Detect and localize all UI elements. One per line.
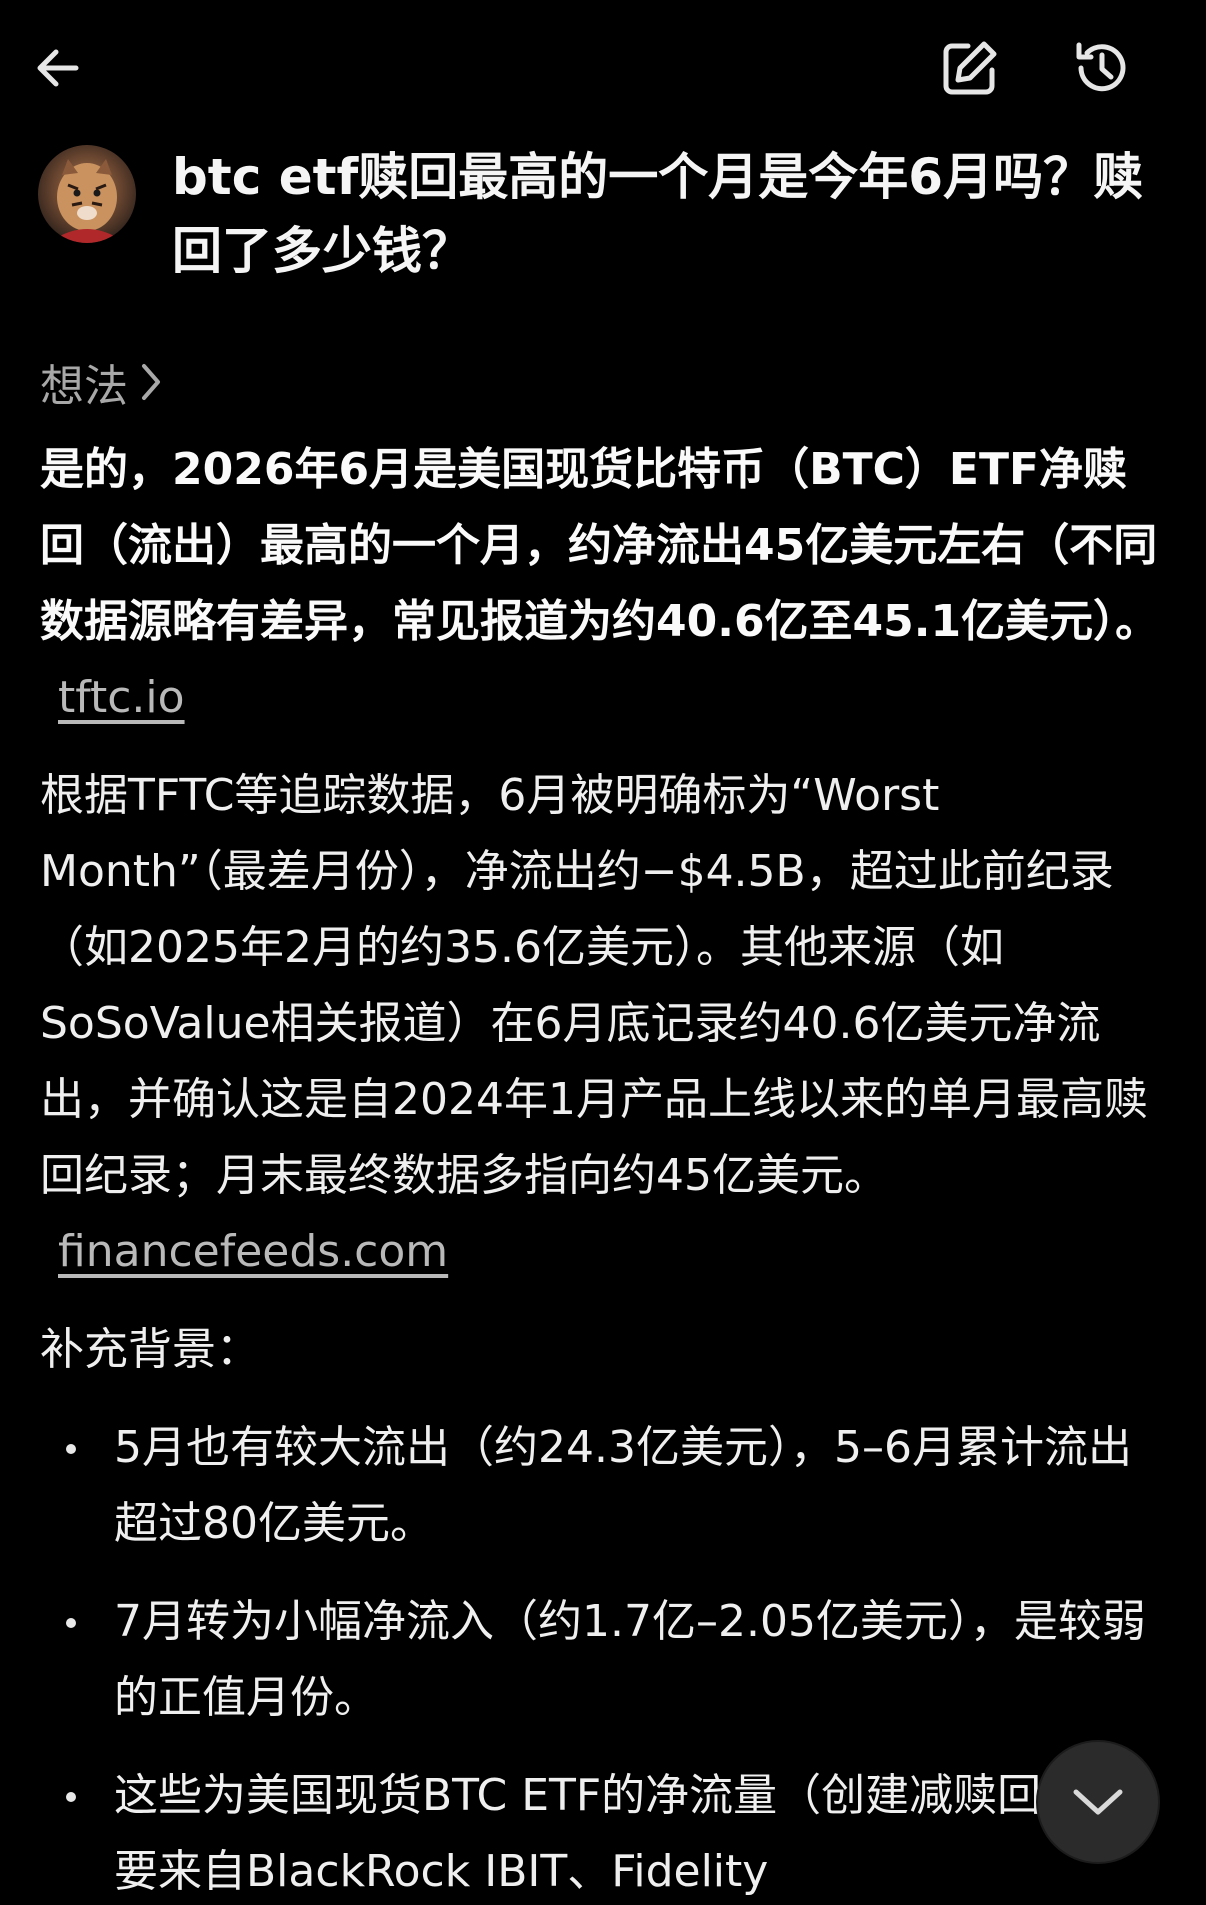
- background-bullet-list: 5月也有较大流出（约24.3亿美元），5–6月累计流出超过80亿美元。 7月转为…: [40, 1410, 1170, 1905]
- answer-content: 是的，2026年6月是美国现货比特币（BTC）ETF净赎回（流出）最高的一个月，…: [40, 432, 1170, 1905]
- user-avatar[interactable]: [38, 145, 136, 243]
- back-button[interactable]: [28, 36, 92, 100]
- scroll-to-bottom-button[interactable]: [1038, 1742, 1158, 1862]
- edit-button[interactable]: [934, 32, 1006, 104]
- list-item-text: 5月也有较大流出（约24.3亿美元），5–6月累计流出超过80亿美元。: [114, 1422, 1132, 1549]
- thinking-label: 想法: [40, 361, 128, 412]
- chevron-right-icon: [142, 364, 160, 400]
- list-item-text: 这些为美国现货BTC ETF的净流量（创建减赎回），主要来自BlackRock …: [114, 1770, 1152, 1897]
- edit-square-icon: [943, 41, 997, 95]
- list-item: 这些为美国现货BTC ETF的净流量（创建减赎回），主要来自BlackRock …: [40, 1758, 1170, 1905]
- tiger-avatar: [57, 159, 117, 243]
- arrow-left-icon: [37, 49, 79, 87]
- history-button[interactable]: [1066, 32, 1138, 104]
- answer-section-heading: 补充背景：: [40, 1324, 260, 1375]
- list-item: 7月转为小幅净流入（约1.7亿–2.05亿美元），是较弱的正值月份。: [40, 1584, 1170, 1736]
- source-link-financefeeds[interactable]: financefeeds.com: [58, 1226, 448, 1277]
- source-link-tftc[interactable]: tftc.io: [58, 672, 185, 723]
- thinking-toggle[interactable]: 想法: [40, 350, 166, 414]
- chevron-down-icon: [1073, 1789, 1123, 1815]
- answer-paragraph-1: 是的，2026年6月是美国现货比特币（BTC）ETF净赎回（流出）最高的一个月，…: [40, 432, 1170, 736]
- list-item-text: 7月转为小幅净流入（约1.7亿–2.05亿美元），是较弱的正值月份。: [114, 1596, 1146, 1723]
- answer-paragraph-2-text: 根据TFTC等追踪数据，6月被明确标为“Worst Month”（最差月份），净…: [40, 770, 1148, 1201]
- user-message: btc etf赎回最高的一个月是今年6月吗？赎回了多少钱？: [172, 148, 1144, 280]
- chat-page: btc etf赎回最高的一个月是今年6月吗？赎回了多少钱？ 想法 是的，2026…: [0, 0, 1206, 1905]
- bullet-dot: [66, 1444, 76, 1454]
- answer-paragraph-1-text: 是的，2026年6月是美国现货比特币（BTC）ETF净赎回（流出）最高的一个月，…: [40, 444, 1160, 647]
- bullet-dot: [66, 1792, 76, 1802]
- list-item: 5月也有较大流出（约24.3亿美元），5–6月累计流出超过80亿美元。: [40, 1410, 1170, 1562]
- top-bar: [0, 0, 1206, 130]
- history-clock-icon: [1076, 42, 1126, 92]
- bullet-dot: [66, 1618, 76, 1628]
- answer-paragraph-2: 根据TFTC等追踪数据，6月被明确标为“Worst Month”（最差月份），净…: [40, 758, 1170, 1290]
